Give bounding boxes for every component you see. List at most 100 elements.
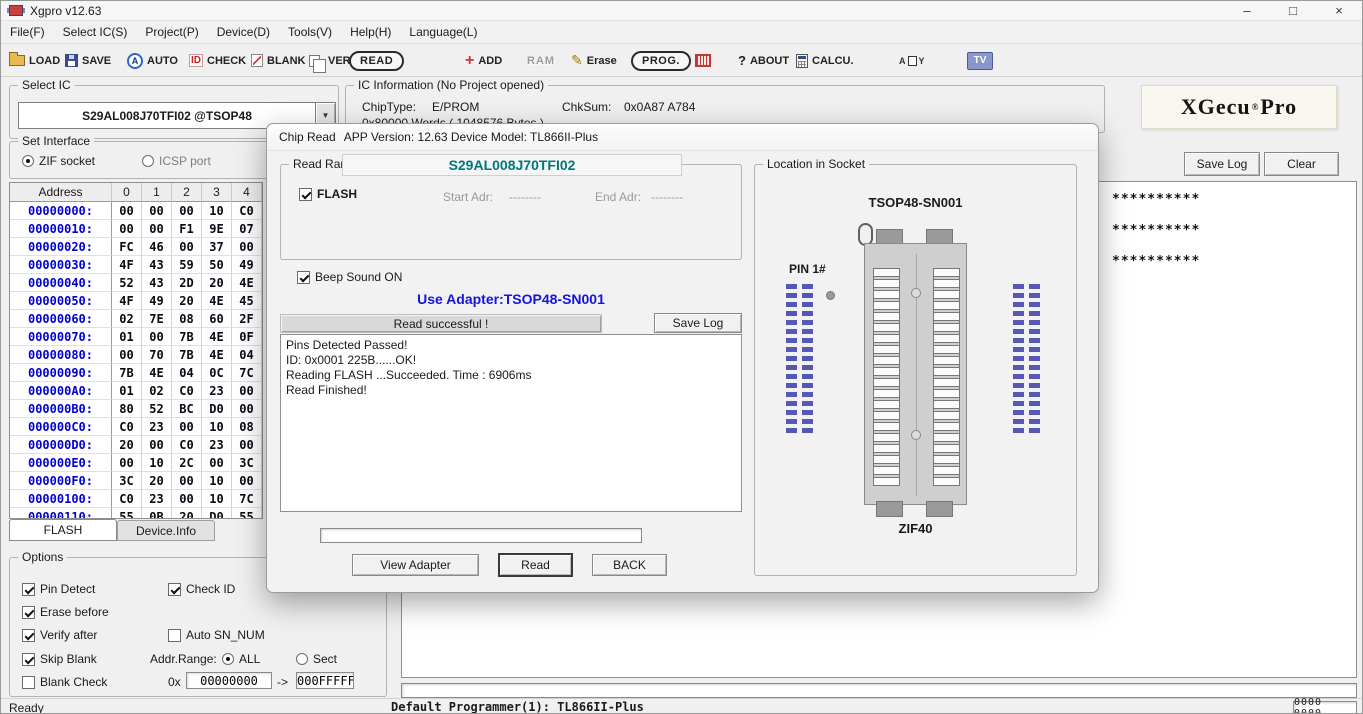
- hex-byte[interactable]: 04: [232, 346, 262, 364]
- hex-byte[interactable]: 00: [232, 382, 262, 400]
- auto-button[interactable]: A AUTO: [127, 44, 178, 77]
- hex-byte[interactable]: 7B: [172, 328, 202, 346]
- hex-byte[interactable]: 01: [112, 328, 142, 346]
- hex-byte[interactable]: 43: [142, 274, 172, 292]
- checkbox-checked-icon[interactable]: [22, 653, 35, 666]
- tab-flash[interactable]: FLASH: [9, 519, 117, 541]
- hex-byte[interactable]: 50: [202, 256, 232, 274]
- hex-byte[interactable]: 00: [232, 472, 262, 490]
- hex-byte[interactable]: 3C: [112, 472, 142, 490]
- hex-byte[interactable]: 20: [172, 508, 202, 519]
- calculator-button[interactable]: CALCU.: [796, 44, 854, 77]
- hex-byte[interactable]: 4E: [202, 328, 232, 346]
- hex-byte[interactable]: 23: [202, 436, 232, 454]
- hex-byte[interactable]: 7B: [172, 346, 202, 364]
- tv-button[interactable]: TV: [967, 44, 993, 77]
- save-log-button[interactable]: Save Log: [1184, 152, 1260, 176]
- hex-byte[interactable]: 4E: [202, 346, 232, 364]
- checkbox-checked-icon[interactable]: [299, 188, 312, 201]
- hex-byte[interactable]: 23: [142, 490, 172, 508]
- hex-byte[interactable]: 0F: [232, 328, 262, 346]
- radio-selected-icon[interactable]: [22, 155, 34, 167]
- hex-byte[interactable]: 20: [172, 292, 202, 310]
- check-id-checkbox[interactable]: Check ID: [168, 582, 235, 596]
- hex-byte[interactable]: 00: [172, 238, 202, 256]
- hex-byte[interactable]: 2C: [172, 454, 202, 472]
- menu-project[interactable]: Project(P): [136, 22, 207, 42]
- radio-unselected-icon[interactable]: [296, 653, 308, 665]
- hex-byte[interactable]: 43: [142, 256, 172, 274]
- hex-address[interactable]: 00000090:: [10, 364, 112, 382]
- hex-byte[interactable]: 49: [142, 292, 172, 310]
- hex-address[interactable]: 00000000:: [10, 202, 112, 220]
- hex-byte[interactable]: 01: [112, 382, 142, 400]
- hex-byte[interactable]: 00: [172, 418, 202, 436]
- dialog-back-button[interactable]: BACK: [592, 554, 667, 576]
- add-button[interactable]: + ADD: [465, 44, 502, 77]
- hex-buffer[interactable]: Address 0 1 2 3 4 00000000: 00 00 00 10 …: [9, 182, 263, 519]
- hex-byte[interactable]: 20: [112, 436, 142, 454]
- close-button[interactable]: ×: [1316, 1, 1362, 20]
- flash-checkbox[interactable]: FLASH: [299, 187, 357, 201]
- view-adapter-button[interactable]: View Adapter: [352, 554, 479, 576]
- hex-byte[interactable]: 00: [142, 220, 172, 238]
- hex-byte[interactable]: 00: [142, 328, 172, 346]
- pin-detect-checkbox[interactable]: Pin Detect: [22, 582, 95, 596]
- hex-byte[interactable]: 07: [232, 220, 262, 238]
- prog-button[interactable]: PROG.: [631, 44, 691, 77]
- hex-byte[interactable]: 52: [142, 400, 172, 418]
- hex-address[interactable]: 00000100:: [10, 490, 112, 508]
- hex-byte[interactable]: 46: [142, 238, 172, 256]
- hex-byte[interactable]: C0: [172, 382, 202, 400]
- hex-address[interactable]: 000000D0:: [10, 436, 112, 454]
- logic-test-button[interactable]: A Y: [899, 44, 925, 77]
- hex-byte[interactable]: 45: [232, 292, 262, 310]
- hex-address[interactable]: 00000070:: [10, 328, 112, 346]
- hex-address[interactable]: 00000040:: [10, 274, 112, 292]
- hex-address[interactable]: 000000F0:: [10, 472, 112, 490]
- checkbox-checked-icon[interactable]: [22, 606, 35, 619]
- hex-byte[interactable]: 4E: [202, 292, 232, 310]
- hex-byte[interactable]: 80: [112, 400, 142, 418]
- hex-byte[interactable]: 37: [202, 238, 232, 256]
- hex-byte[interactable]: 7C: [232, 490, 262, 508]
- hex-byte[interactable]: 00: [142, 436, 172, 454]
- hex-byte[interactable]: 7C: [232, 364, 262, 382]
- menu-device[interactable]: Device(D): [208, 22, 279, 42]
- hex-byte[interactable]: 49: [232, 256, 262, 274]
- hex-byte[interactable]: 00: [232, 238, 262, 256]
- read-button[interactable]: READ: [349, 44, 404, 77]
- skip-blank-checkbox[interactable]: Skip Blank: [22, 652, 97, 666]
- verify-after-checkbox[interactable]: Verify after: [22, 628, 97, 642]
- checkbox-checked-icon[interactable]: [22, 629, 35, 642]
- hex-byte[interactable]: 7E: [142, 310, 172, 328]
- hex-byte[interactable]: 00: [202, 454, 232, 472]
- hex-byte[interactable]: D0: [202, 400, 232, 418]
- check-id-button[interactable]: ID CHECK: [189, 44, 246, 77]
- hex-byte[interactable]: 4F: [112, 292, 142, 310]
- range-start-input[interactable]: [186, 672, 272, 689]
- hex-byte[interactable]: C0: [112, 418, 142, 436]
- hex-address[interactable]: 000000B0:: [10, 400, 112, 418]
- hex-byte[interactable]: 20: [202, 274, 232, 292]
- dialog-read-button[interactable]: Read: [499, 554, 572, 576]
- checkbox-unchecked-icon[interactable]: [22, 676, 35, 689]
- hex-grid[interactable]: 00000000: 00 00 00 10 C0 00000010: 00 00…: [10, 202, 262, 519]
- hex-byte[interactable]: 23: [202, 382, 232, 400]
- ic-test-button[interactable]: [695, 44, 711, 77]
- hex-address[interactable]: 000000C0:: [10, 418, 112, 436]
- addr-range-all-radio[interactable]: ALL: [222, 652, 260, 666]
- zif-socket-radio[interactable]: ZIF socket: [22, 154, 95, 168]
- beep-checkbox[interactable]: Beep Sound ON: [297, 270, 402, 284]
- hex-address[interactable]: 00000110:: [10, 508, 112, 519]
- hex-byte[interactable]: 00: [232, 436, 262, 454]
- hex-byte[interactable]: 02: [142, 382, 172, 400]
- checkbox-checked-icon[interactable]: [168, 583, 181, 596]
- hex-byte[interactable]: 59: [172, 256, 202, 274]
- radio-selected-icon[interactable]: [222, 653, 234, 665]
- hex-byte[interactable]: 55: [112, 508, 142, 519]
- erase-button[interactable]: ✎ Erase: [571, 44, 617, 77]
- hex-byte[interactable]: 55: [232, 508, 262, 519]
- hex-byte[interactable]: 4F: [112, 256, 142, 274]
- tab-device-info[interactable]: Device.Info: [117, 520, 215, 541]
